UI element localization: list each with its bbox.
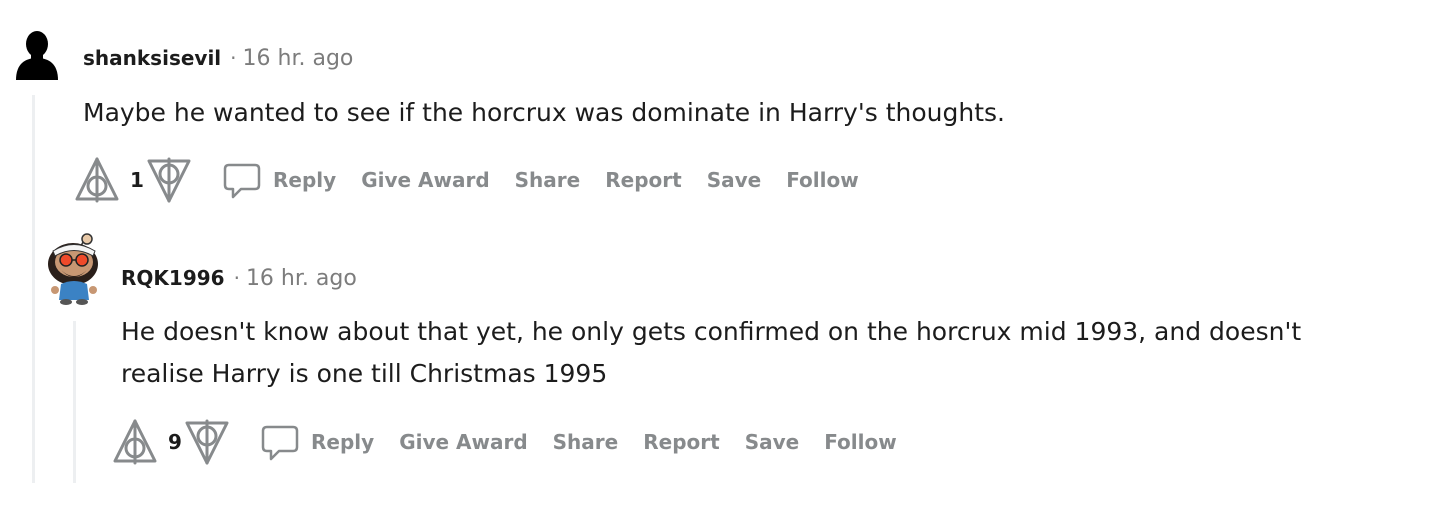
reply-label: Reply xyxy=(311,430,375,454)
save-button[interactable]: Save xyxy=(707,168,762,192)
action-bar: 9 Reply Give Award Share Report Save Fol… xyxy=(110,414,897,470)
thread-line[interactable] xyxy=(32,95,35,483)
comment-text-line: realise Harry is one till Christmas 1995 xyxy=(121,359,608,388)
reply-button[interactable]: Reply xyxy=(260,422,374,462)
comment-bubble-icon xyxy=(223,163,261,199)
comment-bubble-icon xyxy=(261,425,299,461)
timestamp[interactable]: 16 hr. ago xyxy=(246,266,357,291)
downvote-deathly-hallows-icon[interactable] xyxy=(182,417,232,467)
give-award-button[interactable]: Give Award xyxy=(361,168,489,192)
comment-text: Maybe he wanted to see if the horcrux wa… xyxy=(83,98,1005,127)
comment-header: shanksisevil · 16 hr. ago xyxy=(83,46,353,71)
reply-label: Reply xyxy=(273,168,337,192)
timestamp[interactable]: 16 hr. ago xyxy=(243,46,354,71)
follow-button[interactable]: Follow xyxy=(786,168,859,192)
comment-thread: shanksisevil · 16 hr. ago Maybe he wante… xyxy=(0,0,1450,508)
username[interactable]: RQK1996 xyxy=(121,266,225,290)
comment-body: Maybe he wanted to see if the horcrux wa… xyxy=(83,92,1383,134)
comment-header: RQK1996 · 16 hr. ago xyxy=(121,266,357,291)
report-button[interactable]: Report xyxy=(605,168,681,192)
share-button[interactable]: Share xyxy=(553,430,619,454)
save-button[interactable]: Save xyxy=(745,430,800,454)
comment-text-line: He doesn't know about that yet, he only … xyxy=(121,317,1302,346)
comment-body: He doesn't know about that yet, he only … xyxy=(121,311,1411,395)
username[interactable]: shanksisevil xyxy=(83,46,221,70)
snoo-avatar-icon xyxy=(48,233,98,305)
separator-dot: · xyxy=(233,266,240,290)
separator-dot: · xyxy=(230,46,237,70)
follow-button[interactable]: Follow xyxy=(824,430,897,454)
avatar[interactable] xyxy=(13,30,61,82)
upvote-deathly-hallows-icon[interactable] xyxy=(72,155,122,205)
upvote-deathly-hallows-icon[interactable] xyxy=(110,417,160,467)
user-silhouette-icon xyxy=(16,31,58,80)
action-bar: 1 Reply Give Award Share Report Save Fol… xyxy=(72,152,859,208)
avatar[interactable] xyxy=(45,232,107,306)
give-award-button[interactable]: Give Award xyxy=(399,430,527,454)
reply-button[interactable]: Reply xyxy=(222,160,336,200)
report-button[interactable]: Report xyxy=(643,430,719,454)
share-button[interactable]: Share xyxy=(515,168,581,192)
thread-line-nested[interactable] xyxy=(73,321,76,483)
downvote-deathly-hallows-icon[interactable] xyxy=(144,155,194,205)
